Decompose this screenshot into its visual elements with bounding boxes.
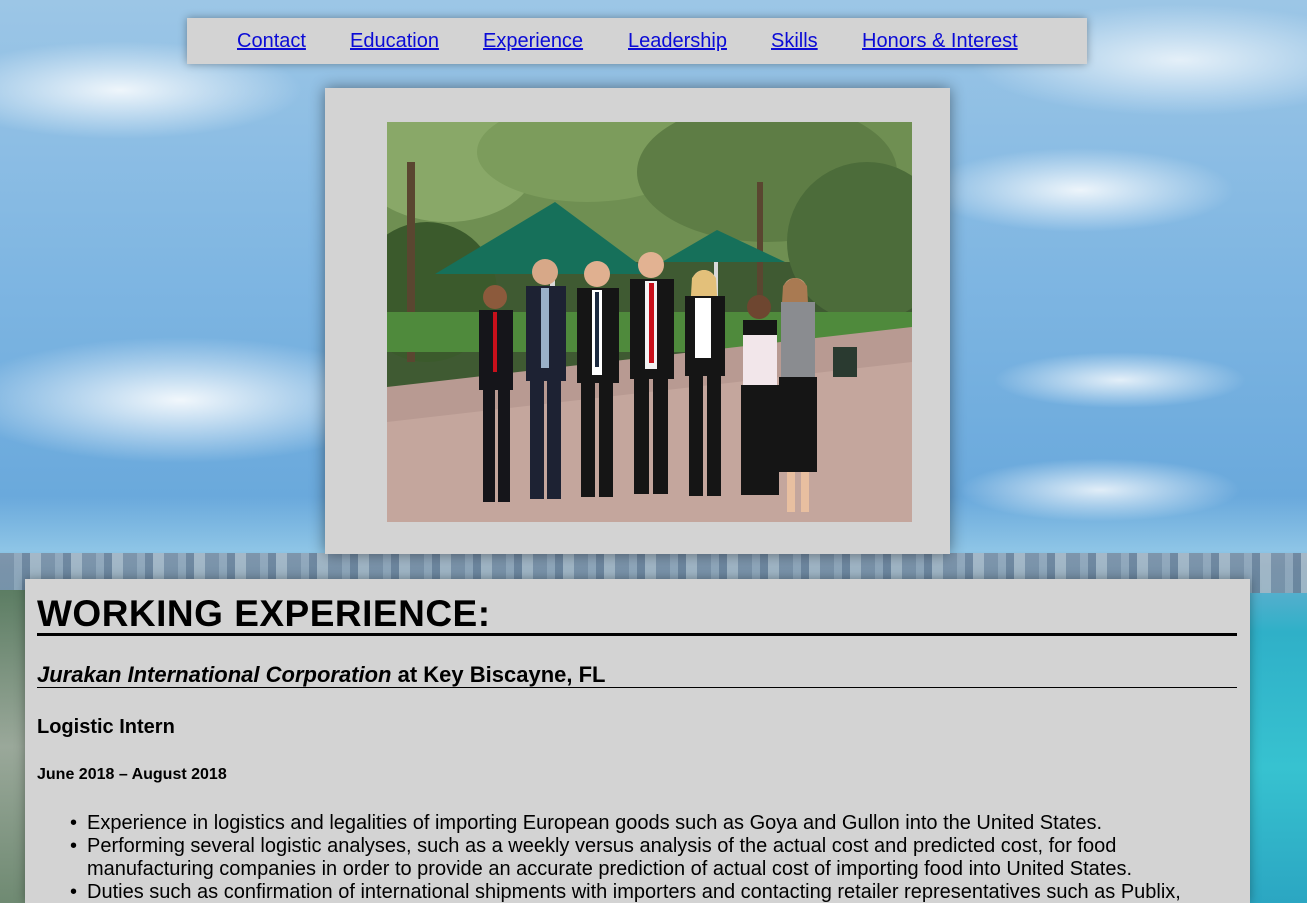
- section-divider: [37, 633, 1237, 636]
- company-name: Jurakan International Corporation: [37, 662, 392, 687]
- company-line: Jurakan International Corporation at Key…: [37, 662, 605, 688]
- photo-frame: [325, 88, 950, 554]
- job-title: Logistic Intern: [37, 716, 175, 738]
- experience-panel: WORKING EXPERIENCE: Jurakan Internationa…: [25, 579, 1250, 903]
- group-photo: [387, 122, 912, 522]
- nav-link-contact[interactable]: Contact: [237, 30, 306, 53]
- shoreline-background: [0, 590, 28, 903]
- nav-link-skills[interactable]: Skills: [771, 30, 818, 53]
- company-divider: [37, 687, 1237, 688]
- nav-link-honors-interest[interactable]: Honors & Interest: [862, 30, 1018, 53]
- duties-list: Experience in logistics and legalities o…: [70, 812, 1237, 903]
- duty-item: Experience in logistics and legalities o…: [70, 812, 1237, 835]
- job-dates: June 2018 – August 2018: [37, 766, 227, 783]
- nav-link-education[interactable]: Education: [350, 30, 439, 53]
- nav-link-leadership[interactable]: Leadership: [628, 30, 727, 53]
- nav-link-experience[interactable]: Experience: [483, 30, 583, 53]
- section-title: WORKING EXPERIENCE:: [37, 593, 491, 634]
- duty-item: Duties such as confirmation of internati…: [70, 881, 1237, 903]
- duty-item: Performing several logistic analyses, su…: [70, 835, 1237, 881]
- top-navigation: Contact Education Experience Leadership …: [187, 18, 1087, 64]
- company-location: at Key Biscayne, FL: [391, 662, 606, 687]
